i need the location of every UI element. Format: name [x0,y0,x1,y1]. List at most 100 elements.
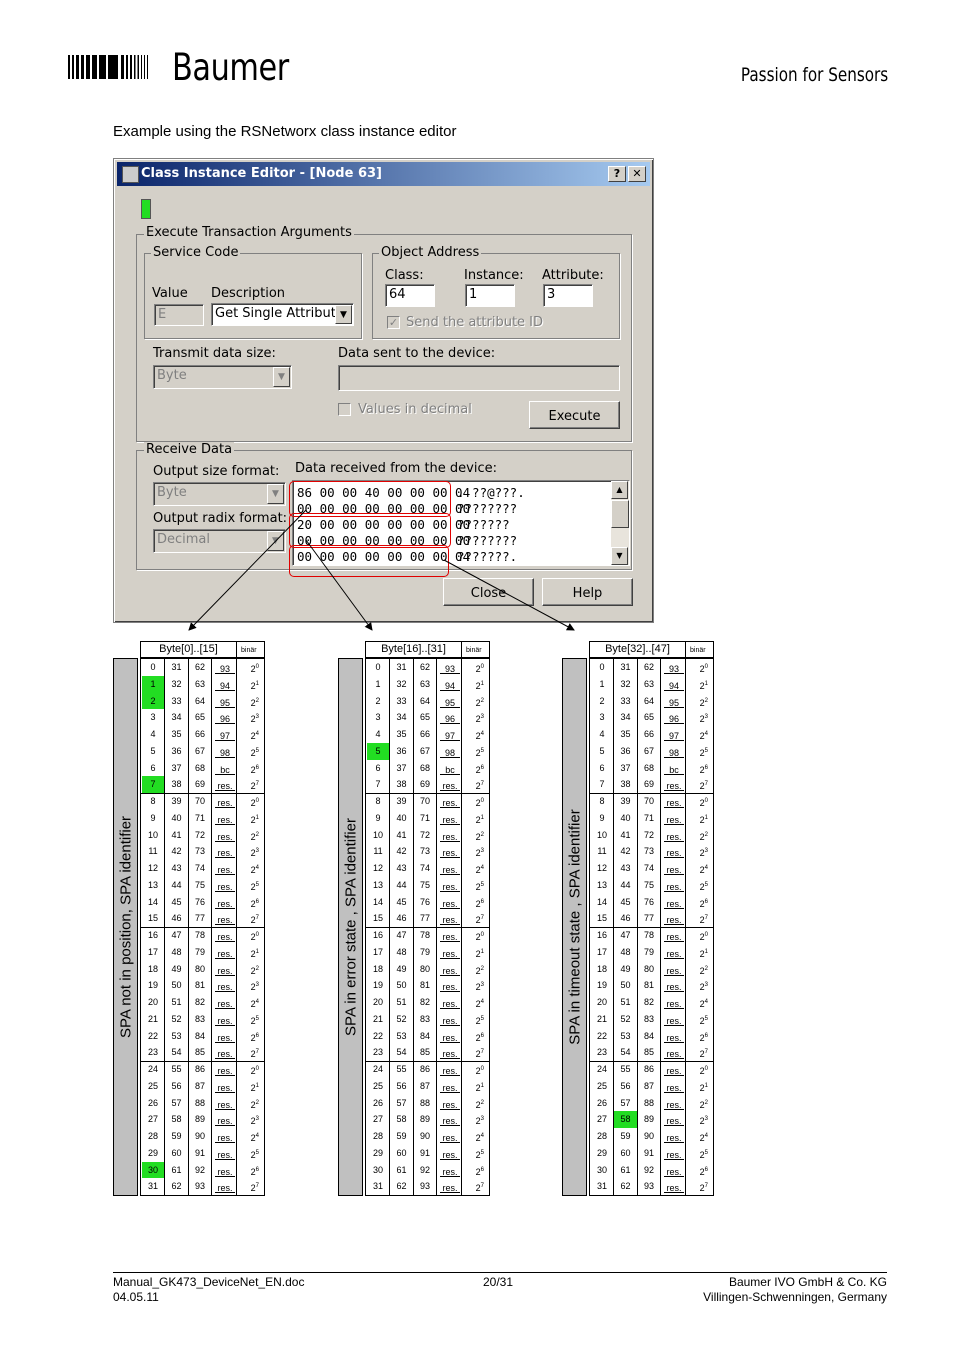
power-exp: 5 [255,881,259,888]
table-cell: 60 [396,1147,407,1158]
close-title-button[interactable]: ✕ [628,166,646,182]
output-radix-label: Output radix format: [153,511,288,526]
footer-company: Baumer IVO GmbH & Co. KG [728,1275,887,1289]
scroll-thumb[interactable] [611,500,629,528]
table-cell: res. [664,1095,684,1110]
power-exp: 4 [704,865,708,871]
help-button[interactable]: Help [542,578,633,606]
table-cell: res. [664,1111,684,1127]
vertical-scrollbar[interactable]: ▲ ▼ [611,481,629,565]
send-attribute-checkbox[interactable]: ✓ [387,316,400,329]
instance-input[interactable]: 1 [465,284,515,307]
table-cell: 53 [620,1030,631,1041]
table-cell: res. [664,810,684,825]
table-cell: res. [664,1145,684,1160]
table-cell: 31 [372,1181,383,1192]
power-exp: 4 [480,1133,484,1139]
table-row: 23 54 85 res. 27 [590,1044,713,1061]
table-row: 29 60 91 res. 25 [366,1145,489,1162]
class-instance-editor-dialog: Class Instance Editor - [Node 63] ? ✕ Ex… [113,158,654,623]
table-cell: res. [440,927,460,942]
table-cell: 25 [372,1080,383,1091]
help-title-button[interactable]: ? [608,166,626,182]
table-cell: 90 [643,1131,654,1141]
highlight-box-1 [289,481,451,517]
power-exp: 0 [480,798,484,804]
table-cell: 28 [372,1131,383,1141]
table-cell: 4 [599,729,605,739]
chevron-down-icon[interactable]: ▼ [267,484,284,504]
table-row: 1 32 63 94 21 [141,675,264,693]
table-cell: 18 [147,963,158,974]
transmit-size-select[interactable]: Byte [153,365,292,389]
table-row: 15 46 77 res. 27 [366,910,489,927]
power-exp: 0 [480,932,484,938]
table-cell: 15 [596,913,607,924]
table-cell: res. [215,1145,235,1160]
table-row: 19 50 81 res. 23 [366,977,489,994]
table-cell: res. [215,810,235,825]
description-select[interactable]: Get Single Attribute [211,303,354,326]
scroll-down-icon[interactable]: ▼ [611,547,628,565]
table-cell: res. [215,944,235,959]
table-cell: 31 [171,662,182,672]
value-field[interactable]: E [154,304,204,326]
table-row: 21 52 83 res. 25 [141,1011,264,1028]
table-cell: 8 [375,796,381,806]
data-received-label: Data received from the device: [295,461,497,476]
close-button[interactable]: Close [443,578,534,606]
data-sent-field[interactable] [338,365,620,391]
power-cell: 25 [237,1145,264,1162]
execute-button[interactable]: Execute [529,401,620,429]
power-cell: 21 [237,944,264,961]
binary-label: binär [466,647,482,654]
value-label: Value [152,286,188,301]
table-cell: 7 [599,779,605,790]
table-row: 2 33 64 95 22 [366,693,489,710]
table-cell: res. [664,1128,684,1143]
table-row: 19 50 81 res. 23 [141,977,264,994]
chevron-down-icon[interactable]: ▼ [273,367,290,387]
table-row: 1 32 63 94 21 [590,676,713,693]
table-row: 25 56 87 res. 21 [366,1078,489,1095]
power-cell: 27 [237,1178,264,1195]
table-cell: 37 [171,762,182,773]
power-cell: 20 [237,793,264,810]
table-cell: 12 [147,863,158,873]
power-cell: 21 [686,810,713,827]
chevron-down-icon[interactable]: ▼ [335,305,352,324]
chevron-down-icon[interactable]: ▼ [267,531,284,551]
table-cell: 38 [171,779,182,790]
table-cell: 64 [194,695,205,706]
brand-name: Baumer [172,46,289,89]
power-cell: 24 [237,726,264,743]
class-input[interactable]: 64 [385,284,435,307]
table-cell: 52 [396,1013,407,1024]
table-cell: res. [440,1145,460,1160]
table-row: 20 51 82 res. 24 [590,994,713,1011]
values-decimal-checkbox[interactable] [338,403,351,416]
power-cell: 20 [686,927,713,944]
table-cell: 20 [596,997,607,1007]
table-cell: 10 [596,829,607,840]
table-cell: 21 [596,1013,607,1024]
table-cell: 80 [643,963,654,974]
scroll-up-icon[interactable]: ▲ [611,481,628,499]
table-cell: 80 [419,963,430,974]
table-cell: 94 [215,676,235,691]
values-decimal-label: Values in decimal [358,402,472,417]
table-cell: 23 [147,1047,158,1058]
attribute-input[interactable]: 3 [543,284,593,307]
table-row: 0 31 62 93 20 [141,659,264,676]
table-cell: 45 [620,896,631,907]
power-exp: 7 [704,915,708,922]
power-exp: 4 [704,1133,708,1139]
table-title: Byte[16]..[31] [381,643,446,655]
footer-date: 04.05.11 [113,1290,159,1304]
table-cell: 39 [171,796,182,806]
power-cell: 22 [237,1095,264,1112]
table-cell: 7 [375,779,381,790]
table-cell: 9 [150,812,156,823]
table-cell: 50 [171,980,182,991]
table-row: 29 60 91 res. 25 [590,1145,713,1162]
